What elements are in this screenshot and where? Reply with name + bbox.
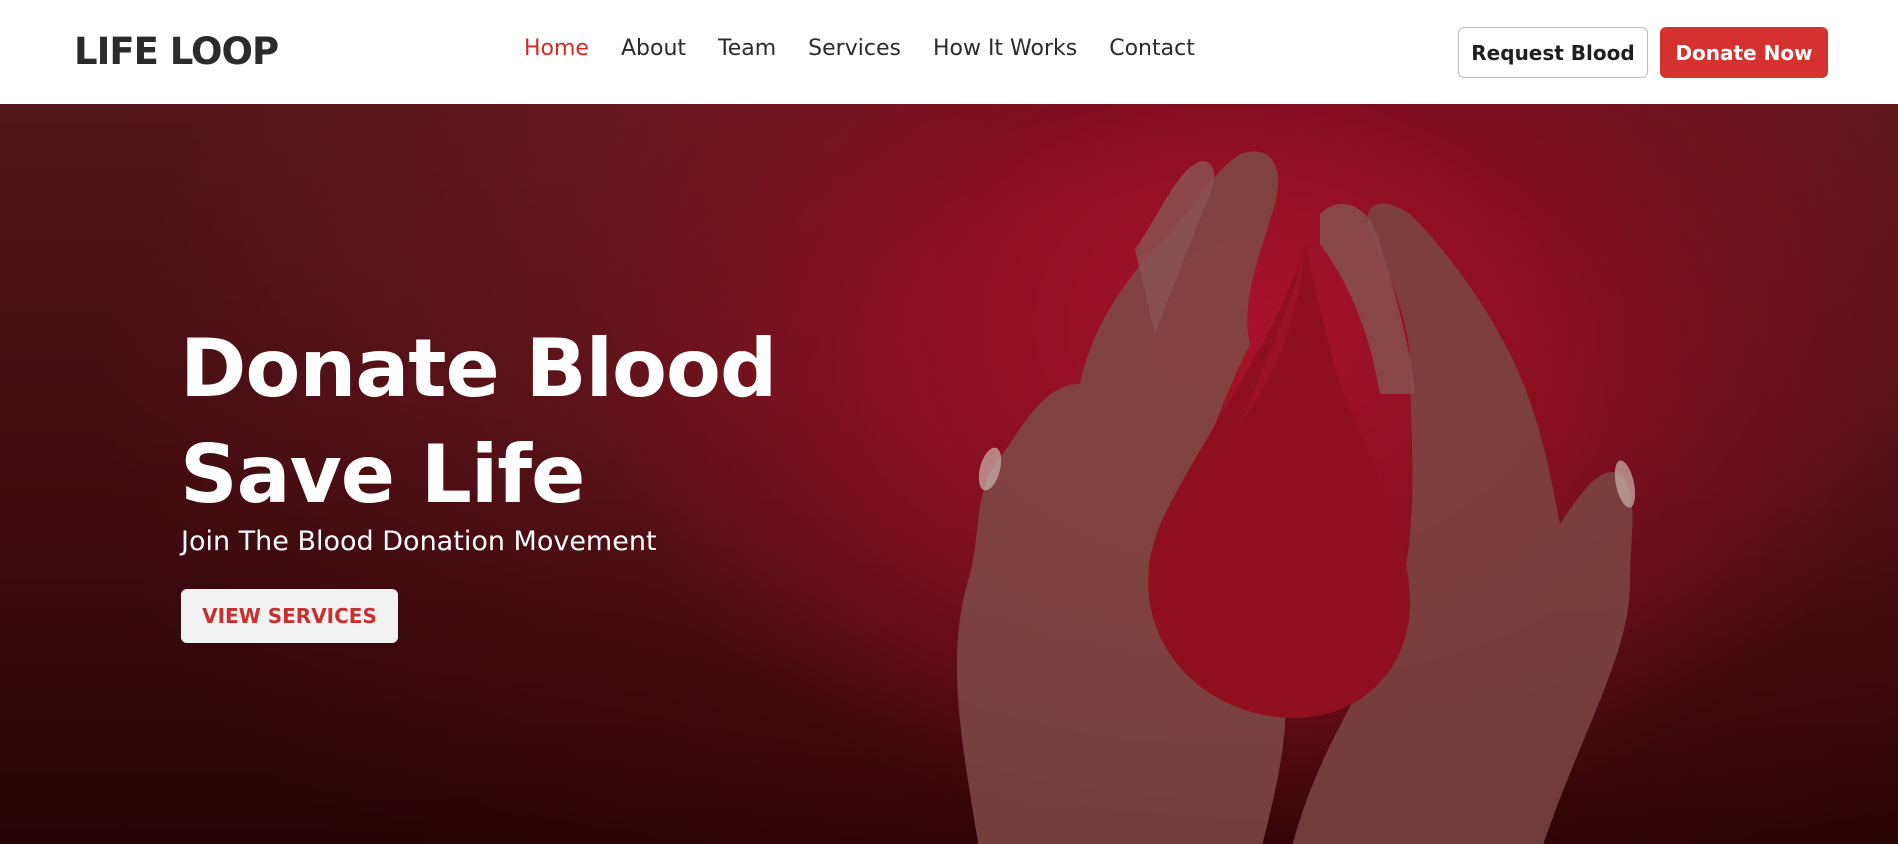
nav-how-it-works[interactable]: How It Works	[933, 36, 1077, 61]
view-services-button[interactable]: VIEW SERVICES	[181, 589, 398, 643]
nav-team[interactable]: Team	[718, 36, 776, 61]
request-blood-button[interactable]: Request Blood	[1458, 27, 1648, 78]
hero-subtitle: Join The Blood Donation Movement	[181, 526, 657, 557]
hero-section: Donate Blood Save Life Join The Blood Do…	[0, 104, 1898, 844]
nav-home[interactable]: Home	[524, 36, 589, 61]
hands-holding-blood-drop-image	[956, 151, 1636, 844]
nav-about[interactable]: About	[621, 36, 686, 61]
hero-title: Donate Blood Save Life	[180, 316, 777, 528]
logo[interactable]: LIFE LOOP	[74, 30, 279, 73]
hero-title-line1: Donate Blood	[180, 322, 777, 415]
main-nav: Home About Team Services How It Works Co…	[524, 36, 1227, 61]
site-header: LIFE LOOP Home About Team Services How I…	[0, 0, 1898, 104]
hero-title-line2: Save Life	[180, 428, 585, 521]
nav-contact[interactable]: Contact	[1109, 36, 1195, 61]
donate-now-button[interactable]: Donate Now	[1660, 27, 1828, 78]
nav-services[interactable]: Services	[808, 36, 901, 61]
